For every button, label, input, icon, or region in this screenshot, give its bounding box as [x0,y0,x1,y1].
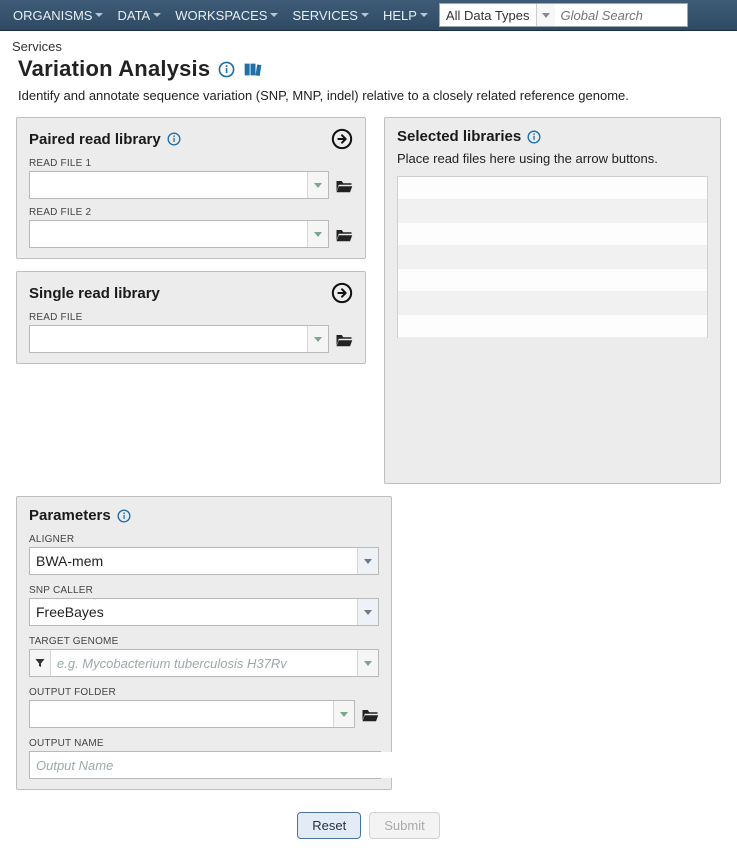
folder-open-icon[interactable] [361,707,379,722]
data-type-value: All Data Types [440,8,536,23]
snp-caller-label: SNP CALLER [29,585,379,596]
parameters-title: Parameters [29,507,111,524]
selected-libraries-title: Selected libraries [397,128,521,145]
target-genome-input[interactable] [51,650,357,676]
page-title: Variation Analysis [18,56,210,82]
list-item [398,292,707,315]
output-folder-select[interactable] [29,700,355,728]
info-circle-icon[interactable] [167,132,181,146]
selected-libraries-panel: Selected libraries Place read files here… [384,117,721,484]
info-circle-icon[interactable] [218,61,235,78]
page-description: Identify and annotate sequence variation… [18,88,727,103]
output-folder-label: OUTPUT FOLDER [29,687,379,698]
selected-libraries-list[interactable] [397,176,708,338]
output-name-field[interactable] [29,751,381,779]
chevron-down-icon [340,712,348,717]
single-read-file-select[interactable] [29,325,329,353]
output-folder-input[interactable] [30,701,333,727]
single-read-panel: Single read library READ FILE [16,271,366,364]
reset-button[interactable]: Reset [297,812,361,839]
chevron-down-icon [420,13,428,17]
list-item [398,315,707,338]
nav-services[interactable]: SERVICES [285,0,376,30]
data-type-dropdown-button[interactable] [536,4,555,26]
info-circle-icon[interactable] [527,130,541,144]
top-navbar: ORGANISMS DATA WORKSPACES SERVICES HELP … [0,0,737,31]
chevron-down-icon [270,13,278,17]
add-paired-library-button[interactable] [331,128,353,150]
breadcrumb: Services [12,39,727,54]
chevron-down-icon [361,13,369,17]
snp-caller-value: FreeBayes [30,599,357,625]
data-type-select[interactable]: All Data Types [439,3,688,27]
selected-libraries-note: Place read files here using the arrow bu… [397,151,708,166]
chevron-down-icon [314,337,322,342]
read-file-2-dropdown-button[interactable] [307,221,328,247]
list-item [398,223,707,246]
filter-icon[interactable] [30,650,51,676]
aligner-value: BWA-mem [30,548,357,574]
target-genome-dropdown-button[interactable] [357,650,378,676]
chevron-down-icon [314,183,322,188]
output-name-input[interactable] [30,752,392,778]
paired-read-panel: Paired read library READ FILE 1 [16,117,366,259]
single-read-file-input[interactable] [30,326,307,352]
single-read-title: Single read library [29,285,160,302]
read-file-2-select[interactable] [29,220,329,248]
list-item [398,246,707,269]
read-file-1-select[interactable] [29,171,329,199]
chevron-down-icon [153,13,161,17]
chevron-down-icon [364,559,372,564]
single-read-file-dropdown-button[interactable] [307,326,328,352]
global-search-input[interactable] [555,4,687,26]
read-file-2-label: READ FILE 2 [29,207,353,218]
chevron-down-icon [364,610,372,615]
nav-workspaces[interactable]: WORKSPACES [168,0,285,30]
output-folder-dropdown-button[interactable] [333,701,354,727]
aligner-dropdown-button[interactable] [357,548,378,574]
folder-open-icon[interactable] [335,178,353,193]
read-file-1-label: READ FILE 1 [29,158,353,169]
info-circle-icon[interactable] [117,509,131,523]
list-item [398,200,707,223]
submit-button[interactable]: Submit [369,812,439,839]
target-genome-select[interactable] [29,649,379,677]
output-name-label: OUTPUT NAME [29,738,379,749]
nav-data[interactable]: DATA [110,0,168,30]
aligner-select[interactable]: BWA-mem [29,547,379,575]
read-file-1-input[interactable] [30,172,307,198]
snp-caller-dropdown-button[interactable] [357,599,378,625]
target-genome-label: TARGET GENOME [29,636,379,647]
list-item [398,269,707,292]
read-file-1-dropdown-button[interactable] [307,172,328,198]
nav-help[interactable]: HELP [376,0,435,30]
read-file-2-input[interactable] [30,221,307,247]
aligner-label: ALIGNER [29,534,379,545]
paired-read-title: Paired read library [29,131,161,148]
add-single-library-button[interactable] [331,282,353,304]
snp-caller-select[interactable]: FreeBayes [29,598,379,626]
folder-open-icon[interactable] [335,332,353,347]
chevron-down-icon [95,13,103,17]
nav-organisms[interactable]: ORGANISMS [6,0,110,30]
list-item [398,177,707,200]
chevron-down-icon [364,661,372,666]
parameters-panel: Parameters ALIGNER BWA-mem SNP CALLER Fr… [16,496,392,790]
chevron-down-icon [314,232,322,237]
folder-open-icon[interactable] [335,227,353,242]
single-read-file-label: READ FILE [29,312,353,323]
chevron-down-icon [542,13,550,18]
book-icon[interactable] [243,61,263,78]
